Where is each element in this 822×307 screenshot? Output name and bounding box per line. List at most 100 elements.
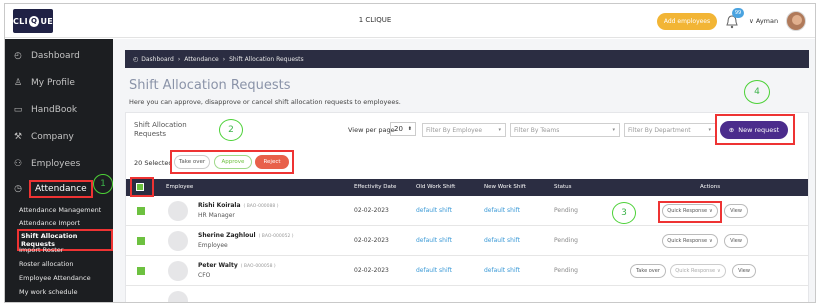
user-name: Ayman	[755, 17, 779, 25]
filter-department-select[interactable]: Filter By Department ▾	[624, 123, 716, 137]
new-shift-link[interactable]: default shift	[484, 237, 520, 244]
sidebar-item-my-profile[interactable]: ♙ My Profile	[5, 71, 113, 95]
page-title: Shift Allocation Requests	[129, 78, 291, 93]
user-icon: ♙	[13, 78, 23, 88]
view-button[interactable]: View	[724, 204, 748, 218]
group-icon: ⚇	[13, 159, 23, 169]
annotation-marker: 1	[93, 174, 113, 194]
column-header[interactable]: Effectivity Date	[354, 184, 396, 190]
employee-name[interactable]: Sherine Zaghloul( BAO-000052 )	[198, 232, 294, 239]
sidebar-item-label: Attendance	[29, 180, 93, 198]
filter-placeholder: Filter By Teams	[514, 127, 560, 134]
row-checkbox[interactable]	[137, 207, 145, 215]
sidebar-subitem-my-work-schedule[interactable]: My work schedule	[19, 288, 77, 296]
book-icon: ▭	[13, 105, 23, 115]
column-header[interactable]: Employee	[166, 184, 193, 190]
breadcrumb-attendance[interactable]: Attendance	[184, 56, 218, 63]
employee-name[interactable]: Peter Walty( BAO-000058 )	[198, 262, 276, 269]
sidebar-item-company[interactable]: ⚒ Company	[5, 125, 113, 149]
quick-response-label: Quick Response	[667, 238, 708, 244]
app-window: CLI Q UE 1 CLIQUE Add employees 99 ∨ Ayman…	[4, 3, 816, 303]
sidebar-item-label: My Profile	[31, 78, 75, 88]
effectivity-date: 02-02-2023	[354, 267, 389, 274]
main-content: ◴ Dashboard › Attendance › Shift Allocatio…	[113, 39, 815, 302]
sidebar-item-label: HandBook	[31, 105, 78, 115]
sidebar: ◴ Dashboard ♙ My Profile ▭ HandBook ⚒ Compan…	[5, 39, 113, 302]
quick-response-button[interactable]: Quick Response ∨	[670, 264, 726, 278]
avatar	[168, 201, 188, 221]
column-header[interactable]: Status	[554, 184, 572, 190]
view-button[interactable]: View	[724, 234, 748, 248]
sidebar-subitem-import-roster[interactable]: Import Roster	[19, 246, 63, 254]
employee-name-text: Sherine Zaghloul	[198, 232, 256, 239]
sidebar-item-label: Dashboard	[31, 51, 80, 61]
effectivity-date: 02-02-2023	[354, 237, 389, 244]
quick-response-label: Quick Response	[675, 268, 716, 274]
annotation-marker: 2	[219, 119, 243, 141]
sidebar-subitem-attendance-import[interactable]: Attendance Import	[19, 219, 80, 227]
take-over-button[interactable]: Take over	[630, 264, 666, 278]
employee-code: ( BAO-000088 )	[243, 204, 279, 209]
avatar	[168, 231, 188, 251]
status-text: Pending	[554, 237, 578, 244]
old-shift-link[interactable]: default shift	[416, 207, 452, 214]
highlight-box	[130, 177, 154, 197]
chevron-down-icon: ▾	[708, 127, 711, 133]
row-checkbox[interactable]	[137, 267, 145, 275]
view-per-page-select[interactable]: 20 ⬍	[390, 122, 416, 136]
old-shift-link[interactable]: default shift	[416, 267, 452, 274]
status-text: Pending	[554, 207, 578, 214]
employee-role: Employee	[198, 242, 228, 249]
dashboard-icon: ◴	[133, 55, 139, 63]
quick-response-button[interactable]: Quick Response ∨	[662, 234, 718, 248]
avatar[interactable]	[786, 11, 806, 31]
filter-teams-select[interactable]: Filter By Teams ▾	[510, 123, 620, 137]
sidebar-subitem-employee-attendance[interactable]: Employee Attendance	[19, 274, 91, 282]
highlight-box	[170, 150, 294, 174]
new-shift-link[interactable]: default shift	[484, 267, 520, 274]
chevron-down-icon: ∨	[709, 238, 713, 244]
sidebar-item-employees[interactable]: ⚇ Employees	[5, 152, 113, 176]
new-shift-link[interactable]: default shift	[484, 207, 520, 214]
app-title: 1 CLIQUE	[358, 16, 392, 24]
chevron-down-icon: ▾	[498, 127, 501, 133]
annotation-marker: 4	[744, 80, 770, 104]
clock-icon: ◷	[14, 184, 22, 194]
effectivity-date: 02-02-2023	[354, 207, 389, 214]
avatar	[168, 291, 188, 302]
add-employees-button[interactable]: Add employees	[657, 13, 717, 30]
chevron-down-icon: ▾	[612, 127, 615, 133]
sidebar-item-label: Company	[31, 132, 74, 142]
top-bar: CLI Q UE 1 CLIQUE Add employees 99 ∨ Ayman	[5, 4, 815, 38]
user-menu[interactable]: ∨ Ayman	[749, 17, 778, 25]
wrench-icon: ⚒	[13, 132, 23, 142]
filter-employee-select[interactable]: Filter By Employee ▾	[422, 123, 506, 137]
page-subtitle: Here you can approve, disapprove or canc…	[129, 98, 401, 106]
employee-name[interactable]: Rishi Koirala( BAO-000088 )	[198, 202, 278, 209]
sidebar-item-dashboard[interactable]: ◴ Dashboard	[5, 44, 113, 68]
dashboard-icon: ◴	[14, 51, 22, 61]
card-title: Shift Allocation Requests	[134, 121, 187, 138]
row-checkbox[interactable]	[137, 237, 145, 245]
breadcrumb-dashboard[interactable]: Dashboard	[141, 56, 174, 63]
column-header: Actions	[700, 184, 721, 190]
employee-role: HR Manager	[198, 212, 235, 219]
filter-placeholder: Filter By Department	[628, 127, 691, 134]
employee-code: ( BAO-000052 )	[258, 234, 294, 239]
highlight-box	[715, 114, 795, 145]
selected-count: 20 Selected	[134, 159, 173, 167]
breadcrumb-current: Shift Allocation Requests	[229, 55, 304, 63]
table-row: Sherine Zaghloul( BAO-000052 ) Employee …	[126, 226, 808, 256]
old-shift-link[interactable]: default shift	[416, 237, 452, 244]
table-row: Peter Walty( BAO-000058 ) CFO 02-02-2023…	[126, 256, 808, 286]
highlight-box	[658, 201, 722, 223]
clique-logo[interactable]: CLI Q UE	[13, 9, 53, 33]
sidebar-item-handbook[interactable]: ▭ HandBook	[5, 98, 113, 122]
column-header[interactable]: Old Work Shift	[416, 184, 455, 190]
employee-code: ( BAO-000058 )	[240, 264, 276, 269]
view-button[interactable]: View	[732, 264, 756, 278]
column-header[interactable]: New Work Shift	[484, 184, 526, 190]
sidebar-subitem-roster-allocation[interactable]: Roster allocation	[19, 260, 73, 268]
sidebar-subitem-attendance-management[interactable]: Attendance Management	[19, 206, 101, 214]
breadcrumb: ◴ Dashboard › Attendance › Shift Allocatio…	[125, 50, 809, 68]
